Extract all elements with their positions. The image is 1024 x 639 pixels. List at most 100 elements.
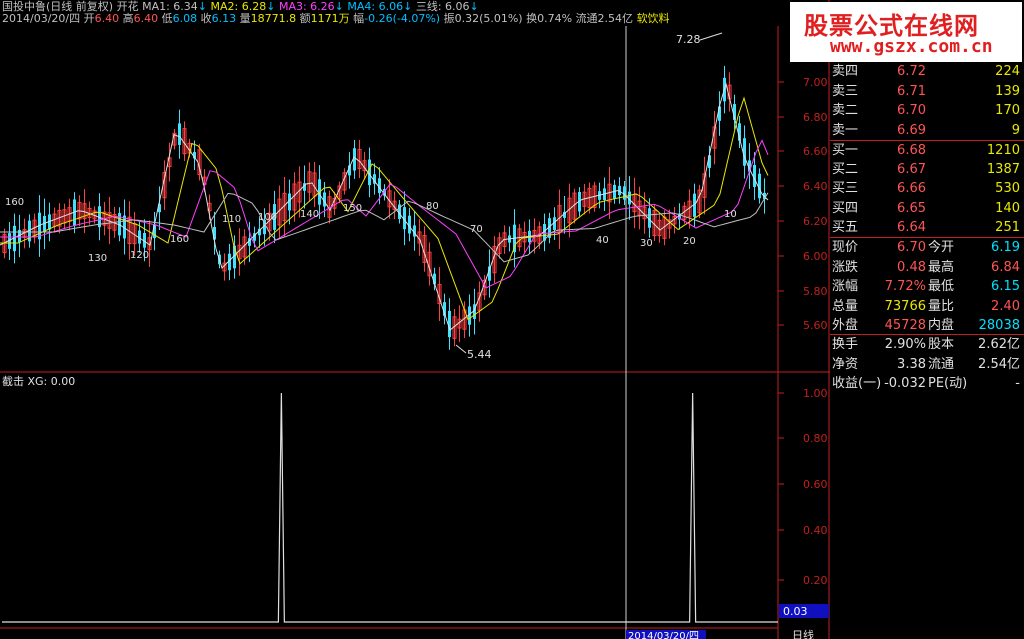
row-volume: 9 xyxy=(1011,122,1020,138)
stat-value: 73766 xyxy=(884,298,926,314)
price-tick: 5.60 xyxy=(803,319,828,332)
stat-row: 外盘 45728 内盘 28038 xyxy=(830,316,1022,335)
high-marker: 7.28 xyxy=(676,33,701,46)
stat-value: 28038 xyxy=(978,318,1020,333)
bid-row[interactable]: 买三 6.66 530 xyxy=(830,179,1022,198)
xg-signal-line xyxy=(2,392,778,623)
date-cursor-label: 2014/03/20/四 xyxy=(628,631,699,639)
period-label[interactable]: 日线 xyxy=(792,628,814,639)
ma-label: 160 xyxy=(5,197,24,208)
price-tick: 6.00 xyxy=(803,250,828,263)
stat-value: 6.15 xyxy=(991,279,1020,294)
indicator-header: 截击 XG: 0.00 xyxy=(2,373,75,389)
moving-average-lines xyxy=(0,82,769,331)
price-tick: 5.80 xyxy=(803,285,828,298)
stat-label: 收益(一) xyxy=(832,376,882,391)
ma-label: 20 xyxy=(683,236,696,247)
stat-row: 现价 6.70 今开 6.19 xyxy=(830,238,1022,257)
indicator-axis: 1.00 0.80 0.60 0.40 0.20 xyxy=(778,387,828,587)
indicator-tick: 1.00 xyxy=(803,387,828,400)
ma-label: 40 xyxy=(596,235,609,246)
stat-value: 6.84 xyxy=(991,259,1020,275)
row-label: 卖四 xyxy=(832,64,859,79)
price-tick: 6.40 xyxy=(803,180,828,193)
indicator-tick: 0.40 xyxy=(803,524,828,537)
row-label: 买三 xyxy=(832,181,859,197)
row-price: 6.69 xyxy=(897,122,926,138)
stat-value: -0.032 xyxy=(884,376,926,391)
price-tick: 7.00 xyxy=(803,76,828,89)
stat-label: 今开 xyxy=(928,240,955,255)
bid-row[interactable]: 买四 6.65 140 xyxy=(830,199,1022,218)
candle-down xyxy=(623,186,626,200)
stat-value: 6.19 xyxy=(991,240,1020,255)
stat-value: 0.48 xyxy=(897,259,926,275)
stat-label: 涨跌 xyxy=(832,259,859,275)
low-marker-arrow xyxy=(455,344,467,354)
stat-value: 2.90% xyxy=(884,337,926,352)
row-price: 6.67 xyxy=(897,162,926,178)
ask-row[interactable]: 卖三 6.71 139 xyxy=(830,82,1022,101)
indicator-tick: 0.20 xyxy=(803,574,828,587)
fundamental-row: 换手 2.90% 股本 2.62亿 xyxy=(830,335,1022,354)
banner-url: www.gszx.com.cn xyxy=(830,36,993,57)
ma-label: 130 xyxy=(88,253,107,264)
stock-terminal: 国投中鲁(日线 前复权) 开花 MA1: 6.34↓ MA2: 6.28↓ MA… xyxy=(0,0,1024,639)
ma-label: 100 xyxy=(258,212,277,223)
stat-label: 内盘 xyxy=(928,318,955,333)
stat-row: 总量 73766 量比 2.40 xyxy=(830,297,1022,316)
ask-row[interactable]: 卖一 6.69 9 xyxy=(830,121,1022,140)
high-marker-arrow xyxy=(699,32,723,41)
indicator-xg: XG: 0.00 xyxy=(27,375,76,388)
row-volume: 251 xyxy=(995,219,1020,235)
ma-label: 150 xyxy=(343,203,362,214)
ma-label: 110 xyxy=(222,214,241,225)
xg-signal-path xyxy=(2,392,778,623)
price-tick: 6.80 xyxy=(803,111,828,124)
stat-label: 量比 xyxy=(928,298,955,314)
stat-value: 2.62亿 xyxy=(978,337,1020,352)
stat-value: 7.72% xyxy=(884,279,926,294)
row-label: 卖一 xyxy=(832,122,859,138)
ma2-line xyxy=(0,96,769,321)
stat-value: 45728 xyxy=(884,318,926,333)
ma-label: 30 xyxy=(640,238,653,249)
ma-label: 140 xyxy=(300,209,319,220)
fundamental-row: 收益(一) -0.032 PE(动) - xyxy=(830,374,1022,393)
row-price: 6.71 xyxy=(897,83,926,99)
ma-label: 10 xyxy=(724,209,737,220)
ask-row[interactable]: 卖四 6.72 224 xyxy=(830,62,1022,81)
row-price: 6.65 xyxy=(897,200,926,216)
fundamental-row: 净资 3.38 流通 2.54亿 xyxy=(830,355,1022,374)
candle-down xyxy=(178,123,181,145)
stat-value: 2.54亿 xyxy=(978,356,1020,372)
bid-row[interactable]: 买二 6.67 1387 xyxy=(830,160,1022,179)
price-tick: 6.20 xyxy=(803,215,828,228)
low-marker: 5.44 xyxy=(467,348,492,361)
chart-canvas[interactable]: 160 130 120 110 100 140 150 160 80 70 40 30 20 10 7.0… xyxy=(0,0,830,639)
stat-label: 流通 xyxy=(928,356,955,372)
watermark-banner: 股票公式在线网 www.gszx.com.cn xyxy=(790,2,1022,62)
row-label: 买一 xyxy=(832,143,859,158)
row-price: 6.68 xyxy=(897,143,926,158)
stat-value: 2.40 xyxy=(991,298,1020,314)
ask-row[interactable]: 卖二 6.70 170 xyxy=(830,101,1022,120)
row-label: 买二 xyxy=(832,162,859,178)
bid-row[interactable]: 买一 6.68 1210 xyxy=(830,141,1022,160)
row-price: 6.72 xyxy=(897,64,926,79)
candlestick-series xyxy=(2,65,766,350)
quote-panel: 卖四 6.72 224 卖三 6.71 139 卖二 6.70 170 卖一 6.69 9 买一 6.68… xyxy=(830,0,1024,639)
price-tick: 6.60 xyxy=(803,145,828,158)
stat-label: 最低 xyxy=(928,279,955,294)
row-volume: 139 xyxy=(995,83,1020,99)
stat-value: 6.70 xyxy=(897,240,926,255)
row-volume: 140 xyxy=(995,200,1020,216)
row-volume: 224 xyxy=(995,64,1020,79)
bid-row[interactable]: 买五 6.64 251 xyxy=(830,218,1022,237)
stat-label: 换手 xyxy=(832,337,859,352)
row-volume: 170 xyxy=(995,103,1020,118)
ma-label: 80 xyxy=(426,201,439,212)
row-price: 6.70 xyxy=(897,103,926,118)
stat-value: - xyxy=(1015,376,1020,391)
row-price: 6.64 xyxy=(897,219,926,235)
